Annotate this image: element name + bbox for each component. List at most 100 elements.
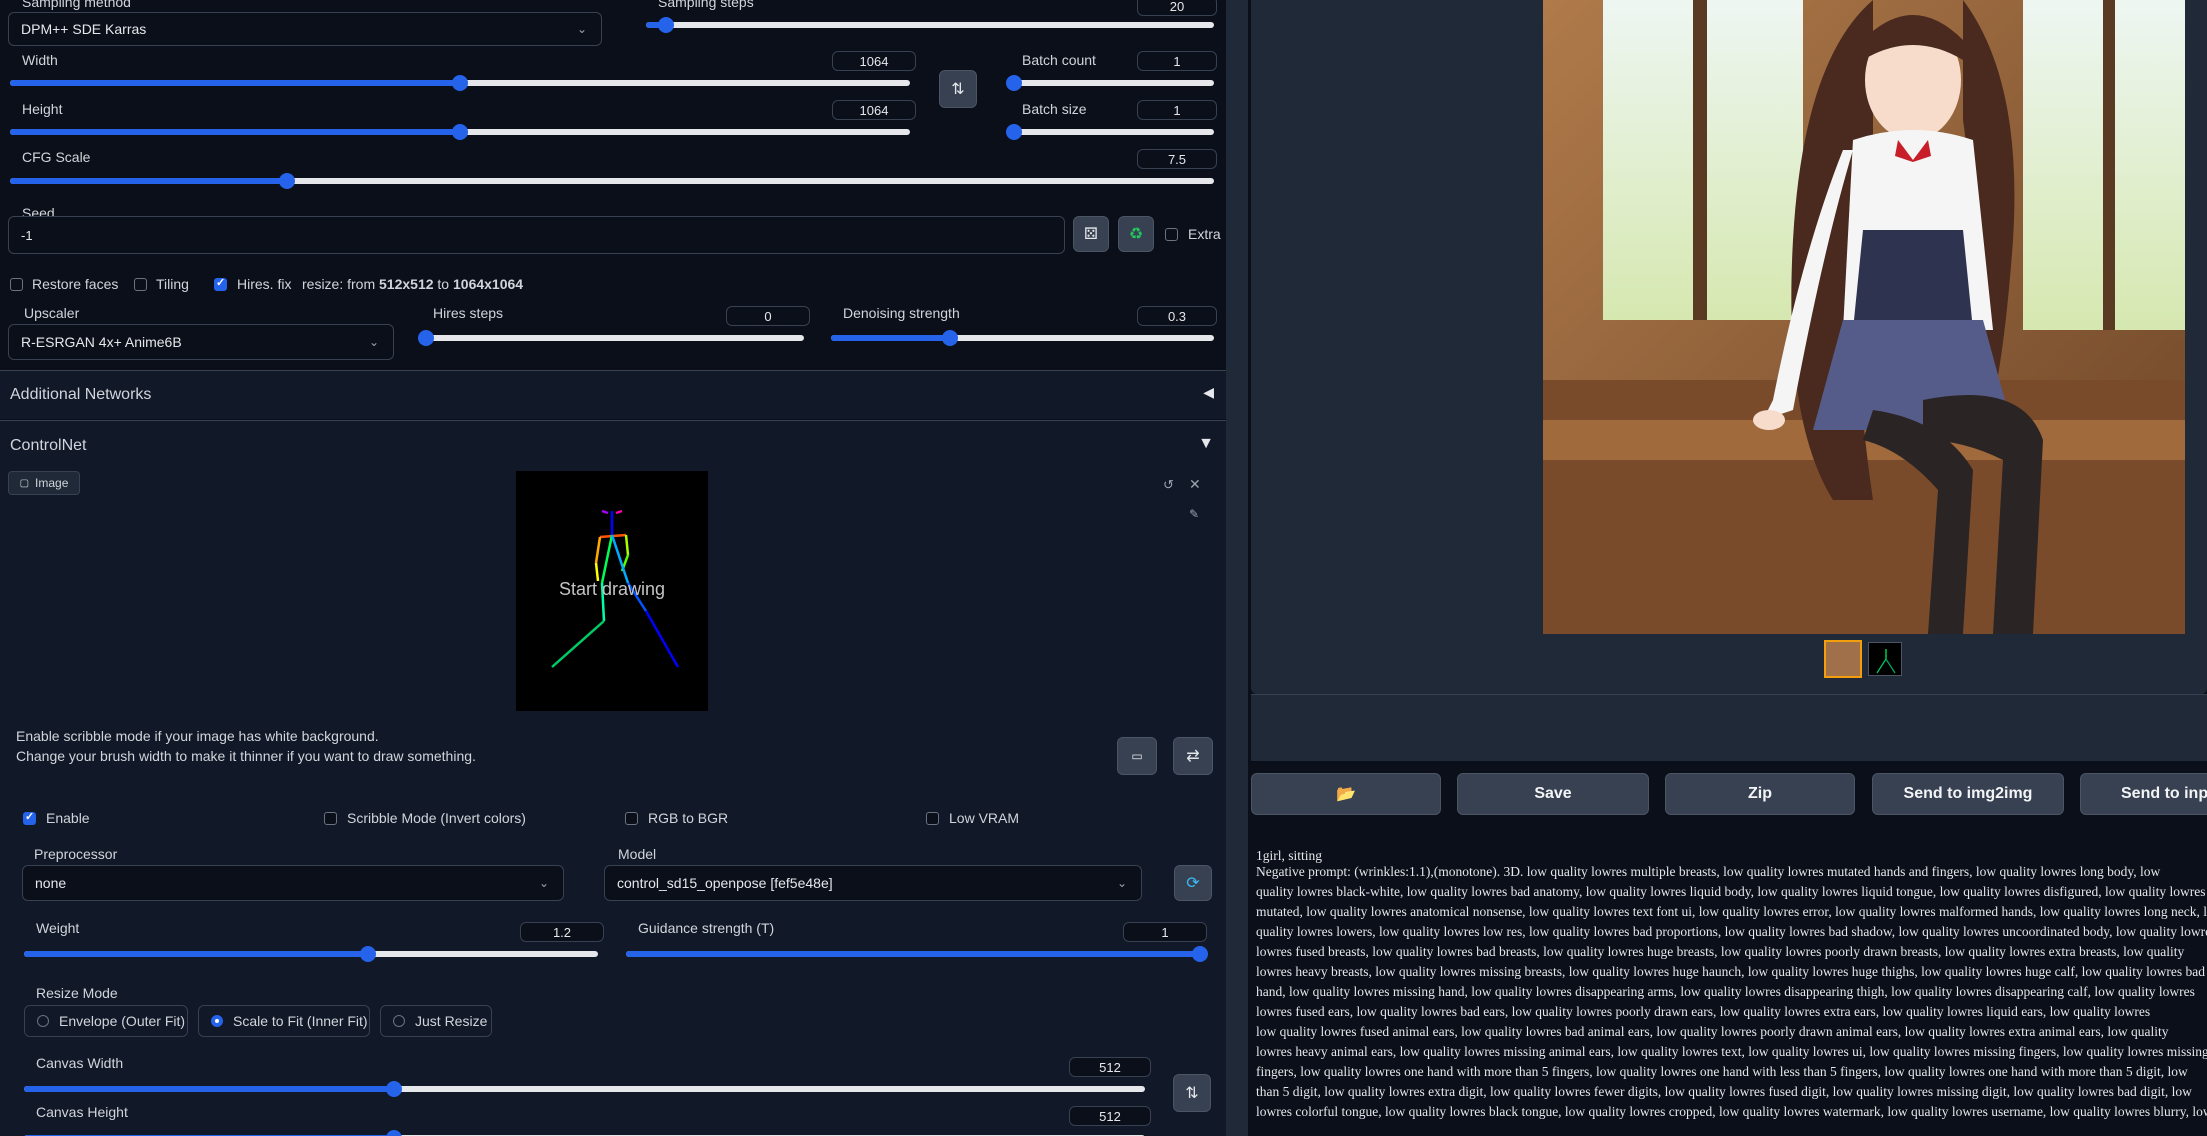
negative-line: lowres heavy animal ears, low quality lo… (1256, 1044, 2207, 1059)
slider-thumb[interactable] (452, 124, 468, 140)
slider-thumb[interactable] (1192, 946, 1208, 962)
negative-line: Negative prompt: (wrinkles:1.1),(monoton… (1256, 864, 2161, 879)
denoising-strength-input[interactable]: 0.3 (1137, 306, 1217, 326)
upscaler-dropdown[interactable]: R-ESRGAN 4x+ Anime6B ⌄ (8, 324, 394, 360)
preprocessor-dropdown[interactable]: none ⌄ (22, 865, 564, 901)
generated-image[interactable] (1543, 0, 2185, 634)
folder-icon: 📂 (1336, 786, 1356, 803)
radio-dot (211, 1015, 223, 1027)
hires-steps-input[interactable]: 0 (726, 306, 810, 326)
zip-button[interactable]: Zip (1665, 773, 1855, 815)
extra-seed-label: Extra (1188, 226, 1221, 242)
extra-seed-checkbox[interactable] (1165, 228, 1178, 241)
guidance-strength-slider[interactable] (626, 943, 1208, 965)
tiling-checkbox[interactable] (134, 278, 147, 291)
additional-networks-section[interactable]: Additional Networks ◀ (0, 370, 1226, 419)
slider-thumb[interactable] (1006, 75, 1022, 91)
resize-mode-scale-to-fit[interactable]: Scale to Fit (Inner Fit) (198, 1005, 370, 1037)
save-button[interactable]: Save (1457, 773, 1649, 815)
restore-faces-checkbox[interactable] (10, 278, 23, 291)
batch-size-slider[interactable] (1006, 121, 1214, 143)
hires-fix-label: Hires. fix (237, 276, 292, 292)
undo-icon[interactable]: ↺ (1163, 477, 1174, 493)
slider-thumb[interactable] (278, 173, 295, 189)
recycle-icon: ♻ (1128, 226, 1144, 243)
height-slider[interactable] (10, 121, 910, 143)
hires-steps-slider[interactable] (418, 327, 804, 349)
negative-line: mutated, low quality lowres anatomical n… (1256, 904, 2207, 919)
refresh-models-button[interactable]: ⟳ (1174, 865, 1212, 901)
rgb-to-bgr-checkbox[interactable] (625, 812, 638, 825)
batch-count-input[interactable]: 1 (1137, 51, 1217, 71)
slider-thumb[interactable] (360, 946, 377, 962)
resize-mode-envelope[interactable]: Envelope (Outer Fit) (24, 1005, 188, 1037)
expand-down-icon[interactable]: ▼ (1198, 435, 1214, 453)
guidance-strength-input[interactable]: 1 (1123, 922, 1207, 942)
canvas-width-input[interactable]: 512 (1069, 1057, 1151, 1077)
close-icon[interactable]: ✕ (1189, 476, 1201, 493)
batch-count-label: Batch count (1022, 52, 1096, 68)
seed-input[interactable]: -1 (8, 216, 1065, 254)
open-camera-button[interactable]: ▭ (1117, 737, 1157, 775)
low-vram-checkbox[interactable] (926, 812, 939, 825)
reuse-seed-button[interactable]: ♻ (1118, 216, 1154, 252)
image-icon: ▢ (19, 477, 30, 489)
send-to-img2img-button[interactable]: Send to img2img (1872, 773, 2064, 815)
thumbnail-pose[interactable] (1868, 642, 1902, 676)
denoising-strength-slider[interactable] (831, 327, 1214, 349)
height-label: Height (22, 101, 63, 117)
denoising-strength-label: Denoising strength (843, 305, 960, 321)
weight-input[interactable]: 1.2 (520, 922, 604, 942)
model-dropdown[interactable]: control_sd15_openpose [fef5e48e] ⌄ (604, 865, 1142, 901)
collapse-left-icon: ◀ (1203, 384, 1214, 400)
chevron-down-icon: ⌄ (368, 335, 379, 349)
enable-checkbox[interactable] (23, 810, 36, 825)
send-to-inpaint-button[interactable]: Send to inpaint (2080, 773, 2207, 815)
height-input[interactable]: 1064 (832, 100, 916, 120)
resize-mode-label: Resize Mode (36, 985, 118, 1001)
brush-icon[interactable]: ✎ (1189, 507, 1199, 521)
canvas-width-slider[interactable] (24, 1078, 1145, 1100)
negative-line: quality lowres lowers, low quality lowre… (1256, 924, 2207, 939)
batch-size-input[interactable]: 1 (1137, 100, 1217, 120)
swap-canvas-dimensions-button[interactable]: ⇅ (1173, 1074, 1211, 1112)
cfg-scale-slider[interactable] (10, 170, 1214, 192)
slider-thumb[interactable] (657, 17, 674, 33)
weight-slider[interactable] (24, 943, 598, 965)
slider-thumb[interactable] (385, 1081, 402, 1097)
low-vram-label: Low VRAM (949, 810, 1020, 826)
slider-thumb[interactable] (452, 75, 468, 91)
swap-dimensions-button[interactable]: ⇅ (939, 70, 977, 108)
slider-thumb[interactable] (385, 1130, 402, 1136)
scribble-mode-checkbox[interactable] (324, 812, 337, 825)
canvas-height-input[interactable]: 512 (1069, 1106, 1151, 1126)
batch-count-slider[interactable] (1006, 72, 1214, 94)
slider-thumb[interactable] (1006, 124, 1022, 140)
sampling-steps-slider[interactable] (646, 14, 1214, 36)
chevron-down-icon: ⌄ (1116, 876, 1127, 890)
additional-networks-title: Additional Networks (10, 386, 152, 403)
thumbnail-generated[interactable] (1824, 640, 1862, 678)
resize-mode-just-resize-label: Just Resize (415, 1013, 488, 1029)
sampling-method-dropdown[interactable]: DPM++ SDE Karras ⌄ (8, 12, 602, 46)
width-input[interactable]: 1064 (832, 51, 916, 71)
chevron-down-icon: ⌄ (576, 22, 587, 36)
swap-canvas-button[interactable]: ⇄ (1173, 737, 1213, 775)
open-folder-button[interactable]: 📂 (1251, 773, 1441, 815)
resize-mode-just-resize[interactable]: Just Resize (380, 1005, 492, 1037)
canvas-height-slider[interactable] (24, 1127, 1145, 1136)
hires-fix-checkbox[interactable] (214, 276, 227, 291)
slider-thumb[interactable] (941, 330, 958, 346)
weight-label: Weight (36, 920, 80, 936)
canvas-height-label: Canvas Height (36, 1104, 128, 1120)
controlnet-title[interactable]: ControlNet (10, 437, 86, 455)
restore-faces-label: Restore faces (32, 276, 119, 292)
controlnet-image-canvas[interactable]: Start drawing (516, 471, 708, 711)
radio-dot (393, 1015, 405, 1027)
random-seed-button[interactable]: ⚄ (1073, 216, 1109, 252)
cfg-scale-input[interactable]: 7.5 (1137, 149, 1217, 169)
negative-line: than 5 digit, low quality lowres extra d… (1256, 1084, 2192, 1099)
image-tab[interactable]: ▢ Image (8, 471, 80, 495)
slider-thumb[interactable] (418, 330, 434, 346)
width-slider[interactable] (10, 72, 910, 94)
